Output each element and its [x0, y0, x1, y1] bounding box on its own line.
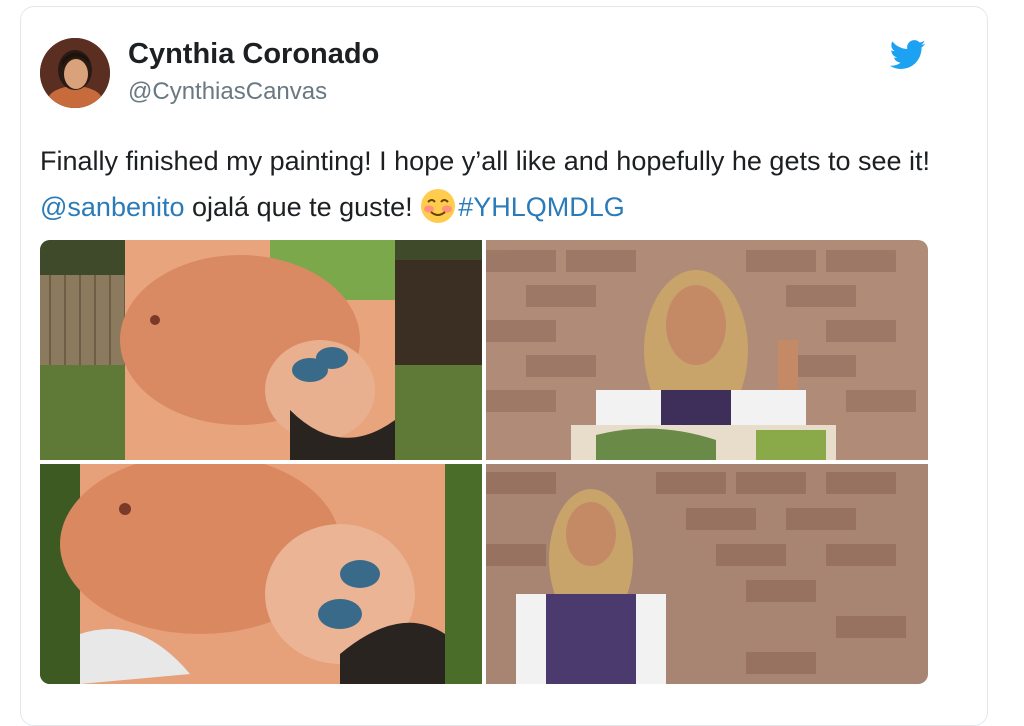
avatar[interactable] — [40, 38, 110, 108]
tweet-text-part: ojalá que te guste! — [184, 192, 421, 222]
photo-artist-peace-sign[interactable] — [486, 240, 928, 460]
photo-painting-outdoor[interactable] — [40, 240, 482, 460]
photo-painting-closeup[interactable] — [40, 464, 482, 684]
photo-artist-overalls[interactable] — [486, 464, 928, 684]
hashtag-link[interactable]: #YHLQMDLG — [458, 192, 625, 222]
smiling-face-with-blush-emoji — [420, 188, 456, 224]
media-grid — [40, 240, 928, 684]
twitter-bird-icon[interactable] — [889, 40, 926, 70]
user-handle[interactable]: @CynthiasCanvas — [128, 78, 327, 106]
mention-link[interactable]: @sanbenito — [40, 192, 185, 222]
display-name[interactable]: Cynthia Coronado — [128, 38, 379, 71]
tweet-text: Finally finished my painting! I hope y’a… — [40, 138, 940, 230]
tweet-text-part: Finally finished my painting! I hope y’a… — [40, 146, 931, 176]
